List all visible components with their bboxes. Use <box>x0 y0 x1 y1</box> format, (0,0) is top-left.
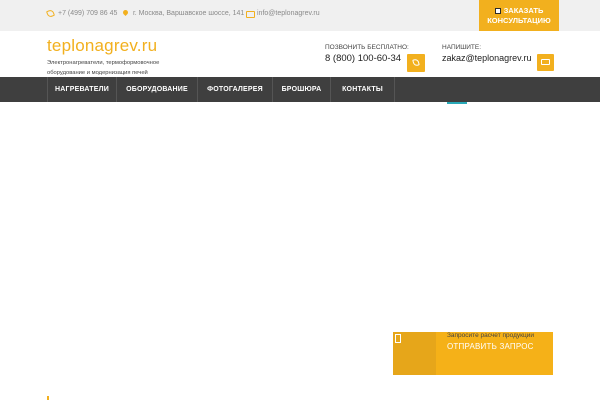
call-free-label: ПОЗВОНИТЬ БЕСПЛАТНО: <box>325 44 409 51</box>
topbar-address-text: г. Москва, Варшавское шоссе, 141 <box>133 10 245 17</box>
request-caption: Запросите расчет продукции <box>447 332 534 339</box>
call-button[interactable] <box>407 54 425 72</box>
topbar-address: г. Москва, Варшавское шоссе, 141 <box>122 10 244 17</box>
site-tagline: Электронагреватели, термоформовочное обо… <box>47 60 160 76</box>
nav-item-heaters[interactable]: НАГРЕВАТЕЛИ <box>47 77 117 102</box>
page: +7 (499) 709 86 45 г. Москва, Варшавское… <box>0 0 600 400</box>
topbar-email[interactable]: info@teplonagrev.ru <box>246 10 320 18</box>
map-pin-icon <box>122 10 129 17</box>
nav-item-brochure[interactable]: БРОШЮРА <box>273 77 331 102</box>
topbar-phone-text[interactable]: +7 (499) 709 86 45 <box>58 10 117 17</box>
topbar: +7 (499) 709 86 45 г. Москва, Варшавское… <box>0 0 600 31</box>
nav-item-contacts[interactable]: КОНТАКТЫ <box>331 77 395 102</box>
document-icon <box>395 334 401 343</box>
section-accent-bar <box>47 396 49 400</box>
request-quote-panel[interactable]: Запросите расчет продукции ОТПРАВИТЬ ЗАП… <box>393 332 553 375</box>
write-us-label: НАПИШИТЕ: <box>442 44 482 51</box>
hero-accent-strip <box>447 102 467 104</box>
nav-item-equipment[interactable]: ОБОРУДОВАНИЕ <box>117 77 198 102</box>
order-consultation-button[interactable]: ЗАКАЗАТЬ КОНСУЛЬТАЦИЮ <box>479 0 559 31</box>
hero-slider <box>0 102 600 360</box>
mail-icon <box>246 10 255 18</box>
call-icon <box>412 58 420 67</box>
site-logo[interactable]: teplonagrev.ru <box>47 36 157 56</box>
consult-line1: ЗАКАЗАТЬ <box>503 6 544 15</box>
call-free-number[interactable]: 8 (800) 100-60-34 <box>325 53 401 64</box>
phone-icon <box>47 10 54 17</box>
send-request-button[interactable]: ОТПРАВИТЬ ЗАПРОС <box>447 342 534 351</box>
nav-item-gallery[interactable]: ФОТОГАЛЕРЕЯ <box>198 77 273 102</box>
envelope-icon <box>541 59 550 65</box>
email-button[interactable] <box>537 54 554 71</box>
request-thumbnail <box>393 332 436 375</box>
pencil-icon <box>494 8 501 14</box>
consult-line2: КОНСУЛЬТАЦИЮ <box>487 16 551 25</box>
write-us-email[interactable]: zakaz@teplonagrev.ru <box>442 53 532 63</box>
topbar-phone[interactable]: +7 (499) 709 86 45 <box>47 10 117 17</box>
topbar-email-text[interactable]: info@teplonagrev.ru <box>257 10 320 17</box>
main-nav: НАГРЕВАТЕЛИ ОБОРУДОВАНИЕ ФОТОГАЛЕРЕЯ БРО… <box>0 77 600 102</box>
